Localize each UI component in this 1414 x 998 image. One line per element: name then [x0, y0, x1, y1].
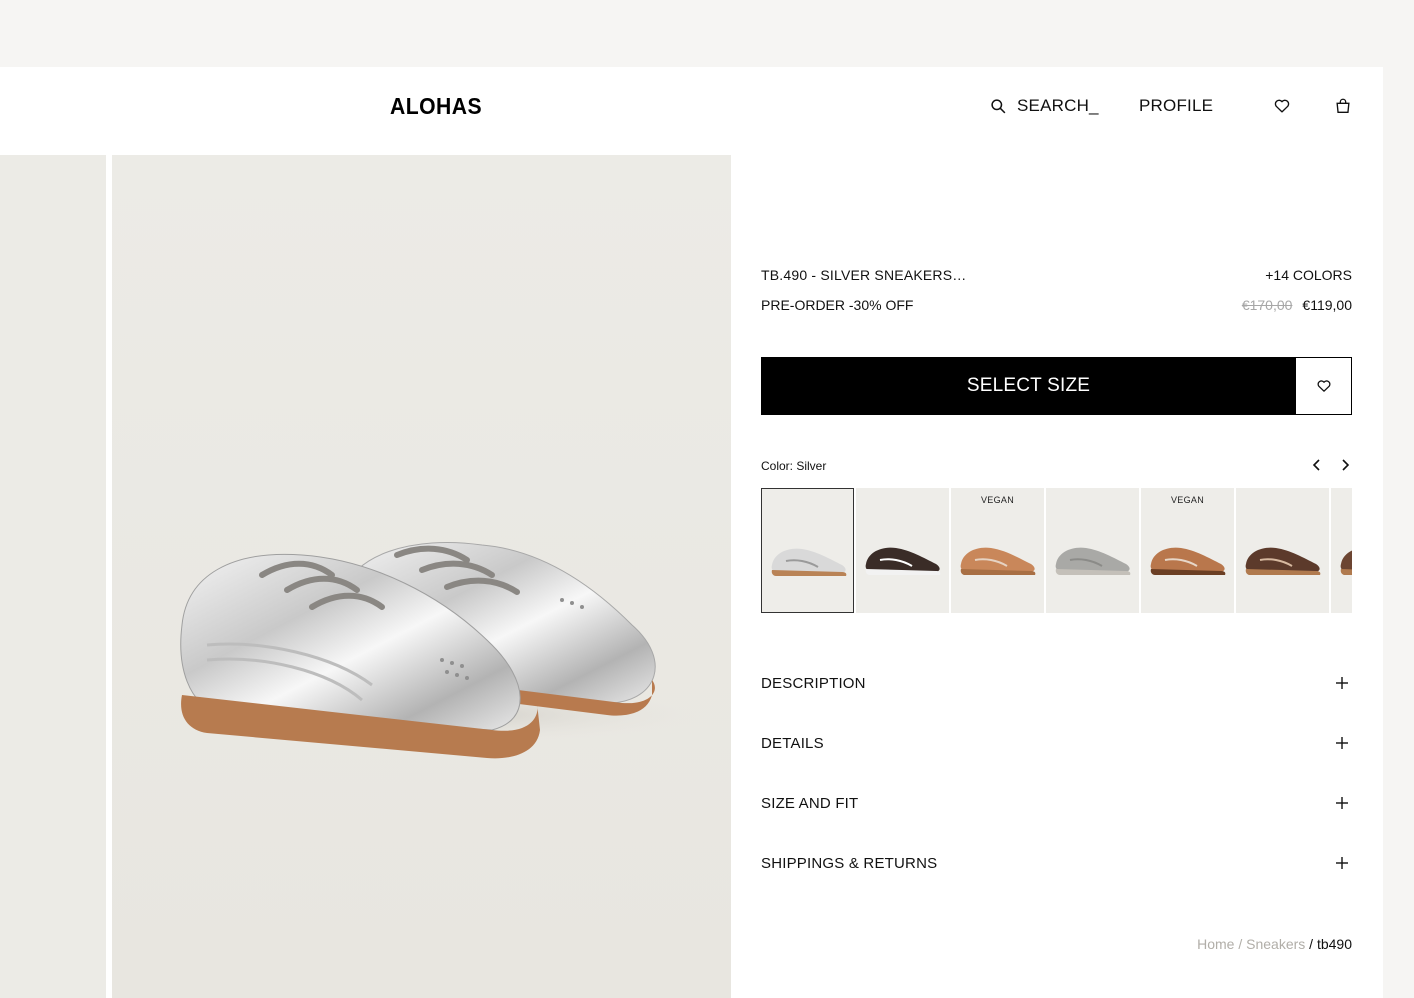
swatch-shoe-image [865, 547, 941, 575]
color-swatch[interactable] [1236, 488, 1329, 613]
sale-price: €119,00 [1302, 297, 1352, 313]
plus-icon [1336, 677, 1348, 689]
swatch-shoe-image [1150, 547, 1226, 575]
shopping-bag-icon[interactable] [1334, 97, 1352, 115]
color-swatch[interactable] [1331, 488, 1352, 613]
color-swatch[interactable]: VEGAN [1141, 488, 1234, 613]
profile-link[interactable]: PROFILE [1139, 96, 1213, 116]
search-icon [991, 98, 1006, 113]
previous-product-image[interactable] [0, 155, 106, 998]
breadcrumb: Home / Sneakers / tb490 [1197, 936, 1352, 952]
brand-logo[interactable]: ALOHAS [390, 93, 482, 120]
swatch-tag: VEGAN [1170, 495, 1204, 505]
page-container: ALOHAS SEARCH_ PROFILE TB.490 - SILVER S… [0, 67, 1383, 998]
chevron-left-icon [1312, 459, 1320, 471]
chevron-right-icon [1342, 459, 1350, 471]
more-colors-link[interactable]: +14 COLORS [1265, 267, 1352, 283]
swatch-shoe-image [960, 547, 1036, 575]
accordion-shipping-returns[interactable]: SHIPPINGS & RETURNS [761, 851, 1352, 875]
color-swatch-carousel: VEGAN VEGAN [761, 488, 1352, 613]
sneaker-image [180, 542, 702, 759]
select-size-button[interactable]: SELECT SIZE [761, 357, 1296, 415]
original-price: €170,00 [1241, 297, 1293, 313]
search-button[interactable]: SEARCH_ [990, 96, 1099, 116]
swatch-shoe-image [1340, 550, 1352, 575]
color-swatch[interactable]: VEGAN [951, 488, 1044, 613]
accordion-size-and-fit[interactable]: SIZE AND FIT [761, 791, 1352, 815]
swatch-shoe-image [1055, 547, 1131, 575]
color-swatch[interactable] [856, 488, 949, 613]
swatch-next-button[interactable] [1337, 457, 1353, 473]
breadcrumb-category[interactable]: Sneakers [1246, 936, 1305, 952]
breadcrumb-current: tb490 [1316, 936, 1352, 952]
swatch-shoe-image [1245, 547, 1321, 575]
accordion-details[interactable]: DETAILS [761, 731, 1352, 755]
breadcrumb-separator: / [1234, 936, 1247, 952]
swatch-prev-button[interactable] [1309, 457, 1325, 473]
main-product-image[interactable] [112, 155, 731, 998]
accordion-label: DETAILS [761, 734, 824, 752]
add-to-wishlist-button[interactable] [1295, 357, 1352, 415]
color-swatch[interactable] [761, 488, 854, 613]
heart-icon [1317, 380, 1330, 392]
accordion-description[interactable]: DESCRIPTION [761, 671, 1352, 695]
plus-icon [1336, 737, 1348, 749]
price-block: €170,00 €119,00 [1242, 297, 1352, 313]
product-title: TB.490 - SILVER SNEAKERS… [761, 267, 967, 283]
swatch-shoe-image [771, 548, 847, 576]
search-label: SEARCH_ [1017, 96, 1099, 115]
breadcrumb-separator: / [1305, 936, 1317, 952]
heart-icon[interactable] [1273, 97, 1291, 115]
plus-icon [1336, 797, 1348, 809]
breadcrumb-home[interactable]: Home [1197, 936, 1234, 952]
accordion-label: SIZE AND FIT [761, 794, 859, 812]
selected-color-label: Color: Silver [761, 459, 827, 473]
promo-label: PRE-ORDER -30% OFF [761, 297, 914, 313]
color-swatch[interactable] [1046, 488, 1139, 613]
accordion-label: SHIPPINGS & RETURNS [761, 854, 938, 872]
site-header: ALOHAS SEARCH_ PROFILE [0, 67, 1383, 155]
swatch-tag: VEGAN [980, 495, 1014, 505]
accordion-label: DESCRIPTION [761, 674, 866, 692]
plus-icon [1336, 857, 1348, 869]
